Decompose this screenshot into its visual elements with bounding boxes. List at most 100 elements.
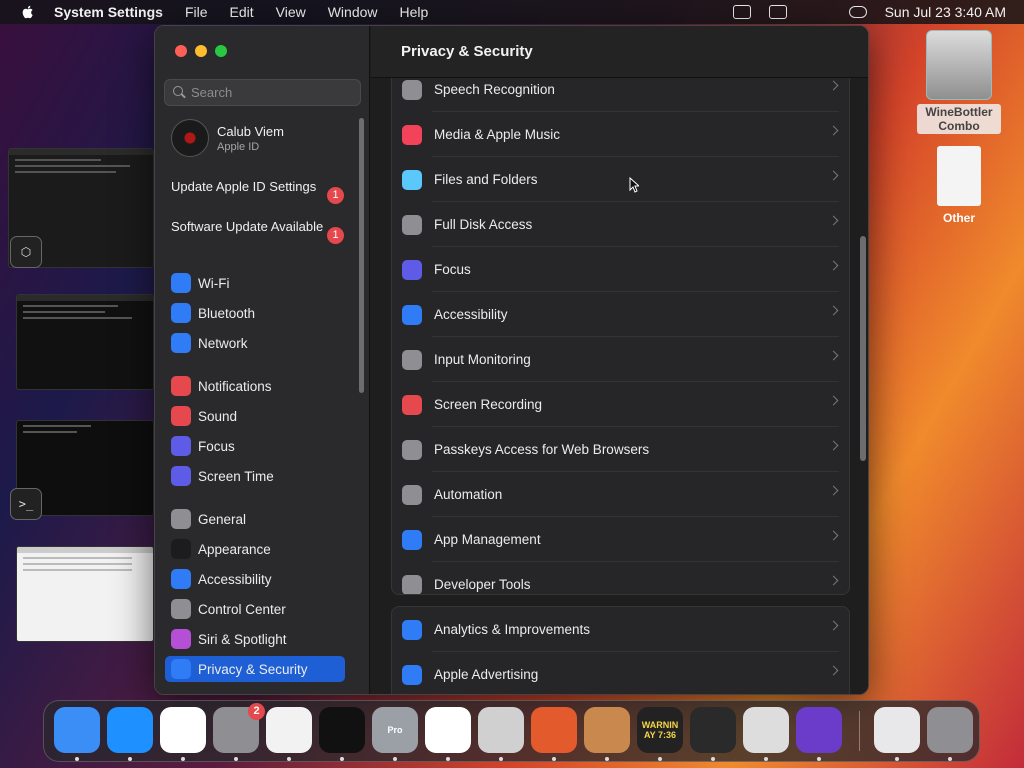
sidebar-item-privacy-security[interactable]: Privacy & Security bbox=[165, 656, 345, 682]
system-settings-window: Search Calub Viem Apple ID Update Apple … bbox=[154, 25, 869, 695]
row-label: Developer Tools bbox=[434, 577, 531, 592]
settings-row-input-monitoring[interactable]: Input Monitoring bbox=[392, 337, 849, 382]
running-indicator bbox=[711, 757, 715, 761]
settings-row-accessibility[interactable]: Accessibility bbox=[392, 292, 849, 337]
safari-icon[interactable] bbox=[107, 707, 153, 753]
content-scrollbar[interactable] bbox=[860, 236, 866, 461]
settings-row-passkeys-access-for-web-browsers[interactable]: Passkeys Access for Web Browsers bbox=[392, 427, 849, 472]
desktop-item-winebottler[interactable]: WineBottler Combo bbox=[917, 30, 1001, 134]
siri-icon bbox=[171, 629, 191, 649]
settings-row-automation[interactable]: Automation bbox=[392, 472, 849, 517]
menu-help[interactable]: Help bbox=[400, 4, 429, 20]
running-indicator bbox=[75, 757, 79, 761]
chrome-icon[interactable] bbox=[160, 707, 206, 753]
settings-row-files-and-folders[interactable]: Files and Folders bbox=[392, 157, 849, 202]
row-label: Passkeys Access for Web Browsers bbox=[434, 442, 650, 457]
sidebar-item-siri-spotlight[interactable]: Siri & Spotlight bbox=[165, 626, 345, 652]
terminal-icon[interactable] bbox=[319, 707, 365, 753]
profile-name: Calub Viem bbox=[217, 123, 284, 139]
package-icon[interactable] bbox=[584, 707, 630, 753]
sidebar-item-bluetooth[interactable]: Bluetooth bbox=[165, 300, 345, 326]
moon-icon bbox=[171, 436, 191, 456]
menu-view[interactable]: View bbox=[276, 4, 306, 20]
running-indicator bbox=[764, 757, 768, 761]
menu-edit[interactable]: Edit bbox=[230, 4, 254, 20]
bar-chart-icon bbox=[402, 619, 422, 640]
control-center-icon[interactable] bbox=[848, 6, 867, 18]
system-settings-icon[interactable]: 2 bbox=[213, 703, 265, 753]
megaphone-icon bbox=[402, 664, 422, 685]
textedit-icon[interactable] bbox=[266, 707, 312, 753]
settings-row-analytics-improvements[interactable]: Analytics & Improvements bbox=[392, 607, 849, 652]
apple-menu-icon[interactable] bbox=[18, 2, 38, 22]
dock: 2 Pro WARNIN AY 7:36 bbox=[43, 700, 980, 762]
apple-id-profile[interactable]: Calub Viem Apple ID bbox=[171, 119, 284, 157]
app-menu-system-settings[interactable]: System Settings bbox=[54, 4, 163, 20]
desktop-item-other[interactable]: Other bbox=[917, 146, 1001, 226]
settings-row-media-apple-music[interactable]: Media & Apple Music bbox=[392, 112, 849, 157]
close-button[interactable] bbox=[175, 45, 187, 57]
alert-label: Update Apple ID Settings bbox=[171, 179, 317, 194]
zoom-button[interactable] bbox=[215, 45, 227, 57]
sidebar-item-control-center[interactable]: Control Center bbox=[165, 596, 345, 622]
minimize-button[interactable] bbox=[195, 45, 207, 57]
sidebar-item-screen-time[interactable]: Screen Time bbox=[165, 463, 345, 489]
software-update-available[interactable]: Software Update Available 1 bbox=[171, 219, 351, 244]
person-key-icon bbox=[402, 439, 422, 460]
sidebar-item-network[interactable]: Network bbox=[165, 330, 345, 356]
running-indicator bbox=[817, 757, 821, 761]
app-store-icon bbox=[402, 529, 422, 550]
sidebar-item-appearance[interactable]: Appearance bbox=[165, 536, 345, 562]
sidebar-item-general[interactable]: General bbox=[165, 506, 345, 532]
gear-settings-icon[interactable] bbox=[743, 707, 789, 753]
sidebar-item-notifications[interactable]: Notifications bbox=[165, 373, 345, 399]
row-label: App Management bbox=[434, 532, 541, 547]
sidebar-item-label: Accessibility bbox=[198, 571, 272, 587]
chevron-right-icon bbox=[828, 350, 839, 361]
update-apple-id-settings[interactable]: Update Apple ID Settings 1 bbox=[171, 179, 351, 204]
stage-window-thumbnail[interactable] bbox=[16, 294, 154, 390]
running-indicator bbox=[340, 757, 344, 761]
macos-installer-icon[interactable]: Pro bbox=[372, 707, 418, 753]
search-field[interactable]: Search bbox=[164, 79, 361, 106]
row-label: Accessibility bbox=[434, 307, 508, 322]
menu-bar: System Settings File Edit View Window He… bbox=[0, 0, 1024, 73]
console-icon[interactable]: WARNIN AY 7:36 bbox=[637, 707, 683, 753]
vscode-icon[interactable] bbox=[425, 707, 471, 753]
downloads-icon[interactable] bbox=[874, 707, 920, 753]
settings-row-developer-tools[interactable]: Developer Tools bbox=[392, 562, 849, 594]
wine-hex-icon[interactable] bbox=[690, 707, 736, 753]
menu-window[interactable]: Window bbox=[328, 4, 378, 20]
trash-icon[interactable] bbox=[927, 707, 973, 753]
clock[interactable]: Sun Jul 23 3:40 AM bbox=[885, 4, 1006, 20]
settings-row-full-disk-access[interactable]: Full Disk Access bbox=[392, 202, 849, 247]
settings-row-apple-advertising[interactable]: Apple Advertising bbox=[392, 652, 849, 694]
row-label: Automation bbox=[434, 487, 503, 502]
launchpad-icon[interactable] bbox=[478, 707, 524, 753]
control-center-icon bbox=[171, 599, 191, 619]
sidebar-item-focus[interactable]: Focus bbox=[165, 433, 345, 459]
gear-icon bbox=[171, 509, 191, 529]
running-indicator bbox=[287, 757, 291, 761]
sidebar-scrollbar[interactable] bbox=[359, 118, 364, 393]
sidebar-item-wi-fi[interactable]: Wi-Fi bbox=[165, 270, 345, 296]
running-indicator bbox=[128, 757, 132, 761]
screen-mirroring-icon[interactable] bbox=[768, 5, 787, 19]
window-controls bbox=[175, 45, 227, 57]
stage-window-thumbnail[interactable] bbox=[16, 546, 154, 642]
running-indicator bbox=[658, 757, 662, 761]
finder-icon[interactable] bbox=[54, 707, 100, 753]
notification-badge: 1 bbox=[327, 187, 344, 204]
settings-row-screen-recording[interactable]: Screen Recording bbox=[392, 382, 849, 427]
accessibility-icon bbox=[171, 569, 191, 589]
menu-file[interactable]: File bbox=[185, 4, 208, 20]
analytics-settings-group: Analytics & Improvements Apple Advertisin… bbox=[391, 606, 850, 694]
remote-desktop-icon[interactable] bbox=[531, 707, 577, 753]
firefox-icon[interactable] bbox=[796, 707, 842, 753]
settings-row-focus[interactable]: Focus bbox=[392, 247, 849, 292]
privacy-settings-group: Speech Recognition Media & Apple Music Fil… bbox=[391, 66, 850, 595]
settings-row-app-management[interactable]: App Management bbox=[392, 517, 849, 562]
stage-manager-icon[interactable] bbox=[732, 5, 751, 19]
sidebar-item-sound[interactable]: Sound bbox=[165, 403, 345, 429]
sidebar-item-accessibility[interactable]: Accessibility bbox=[165, 566, 345, 592]
